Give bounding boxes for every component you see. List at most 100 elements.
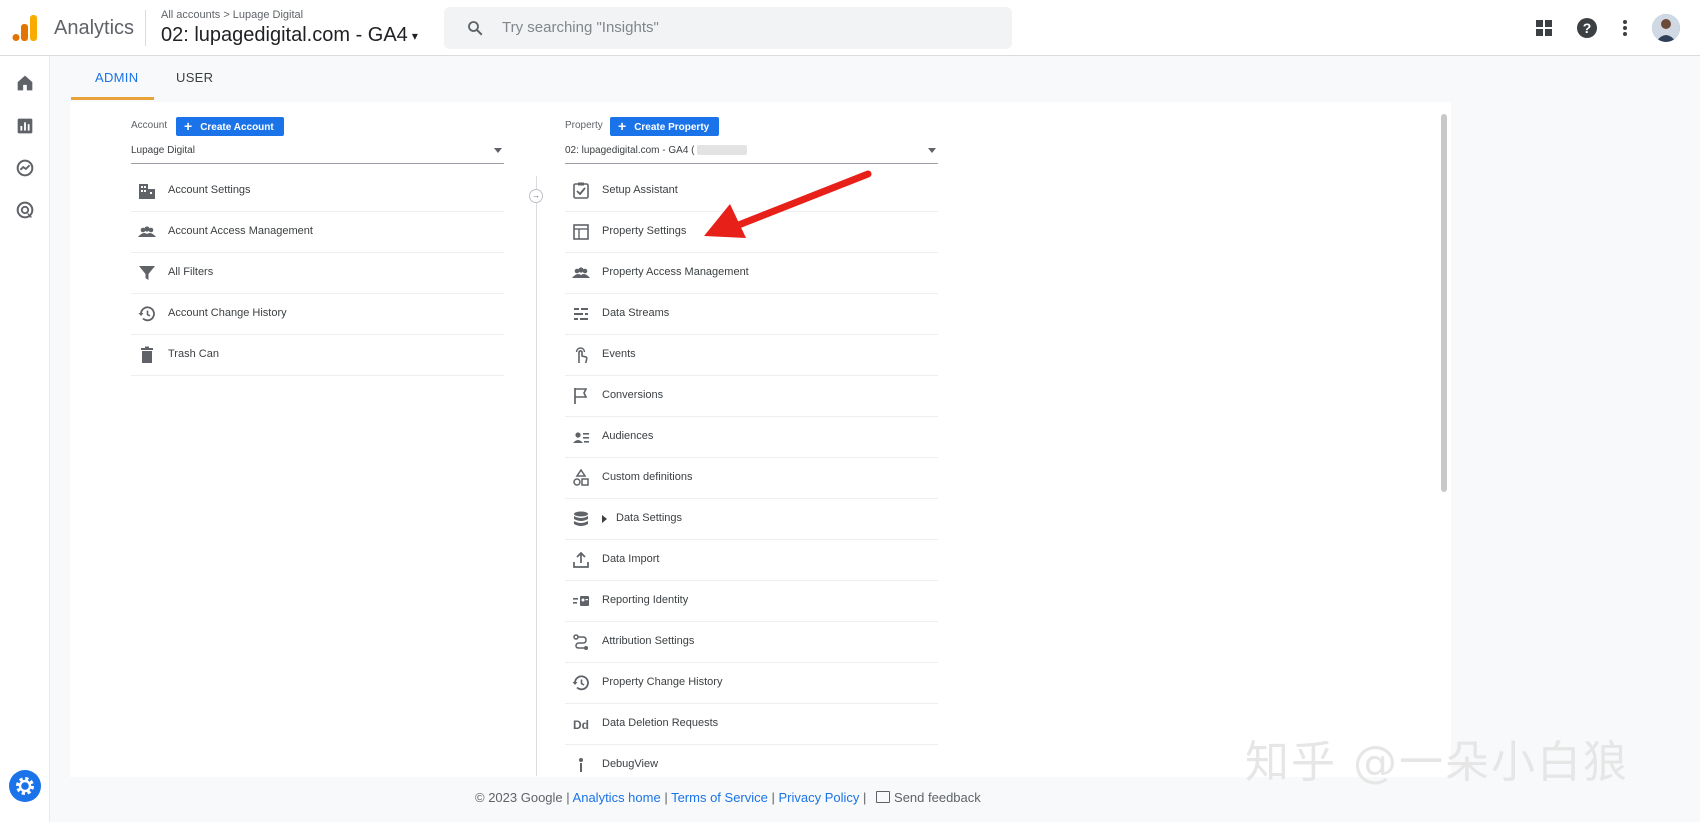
help-icon[interactable]: ? <box>1575 16 1599 40</box>
menu-audiences[interactable]: Audiences <box>565 417 938 458</box>
analytics-logo-icon[interactable] <box>12 14 38 42</box>
home-icon[interactable] <box>14 72 36 94</box>
menu-label: Property Access Management <box>602 266 749 278</box>
menu-label: Conversions <box>602 389 664 401</box>
plus-icon: + <box>184 118 193 134</box>
account-selector[interactable]: Lupage Digital <box>131 142 504 164</box>
create-account-button[interactable]: + Create Account <box>176 117 284 136</box>
breadcrumb-account[interactable]: Lupage Digital <box>233 9 303 21</box>
reports-icon[interactable] <box>14 115 36 137</box>
arrow-right-circle-icon: → <box>529 189 543 203</box>
tab-user[interactable]: USER <box>176 70 213 85</box>
menu-debugview[interactable]: DebugView <box>565 745 938 777</box>
menu-label: Account Change History <box>168 307 287 319</box>
menu-label: Property Change History <box>602 676 723 688</box>
user-avatar-icon <box>1652 14 1680 42</box>
dd-icon: Dd <box>573 718 589 732</box>
create-property-button[interactable]: + Create Property <box>610 117 720 136</box>
create-property-label: Create Property <box>634 122 710 133</box>
explore-icon[interactable] <box>14 157 36 179</box>
menu-label: Property Settings <box>602 225 687 237</box>
menu-events[interactable]: Events <box>565 335 938 376</box>
privacy-link[interactable]: Privacy Policy <box>779 790 860 805</box>
chevron-right-icon: > <box>223 9 230 21</box>
people-icon <box>572 267 590 278</box>
menu-label: Reporting Identity <box>602 594 689 606</box>
menu-custom-definitions[interactable]: Custom definitions <box>565 458 938 499</box>
admin-settings-button[interactable] <box>9 770 41 802</box>
debug-icon <box>579 758 583 772</box>
terms-link[interactable]: Terms of Service <box>671 790 768 805</box>
menu-data-import[interactable]: Data Import <box>565 540 938 581</box>
menu-label: Trash Can <box>168 348 219 360</box>
touch-icon <box>575 347 588 364</box>
menu-label: Data Streams <box>602 307 670 319</box>
plus-icon: + <box>618 118 627 134</box>
tab-admin[interactable]: ADMIN <box>95 70 138 85</box>
search-bar[interactable]: Try searching "Insights" <box>444 7 1012 49</box>
people-icon <box>138 226 156 237</box>
feedback-icon <box>876 791 891 803</box>
main-content: ADMIN USER Account + Create Account Lupag… <box>50 56 1700 822</box>
history-icon <box>572 675 589 691</box>
menu-account-change-history[interactable]: Account Change History <box>131 294 504 335</box>
menu-data-deletion-requests[interactable]: Dd Data Deletion Requests <box>565 704 938 745</box>
send-feedback-button[interactable]: Send feedback <box>870 790 981 805</box>
layout-icon <box>573 224 589 240</box>
menu-label: Account Access Management <box>168 225 313 237</box>
caret-down-icon: ▾ <box>411 28 418 43</box>
menu-label: Audiences <box>602 430 654 442</box>
menu-all-filters[interactable]: All Filters <box>131 253 504 294</box>
menu-data-streams[interactable]: Data Streams <box>565 294 938 335</box>
attribution-icon <box>573 634 588 650</box>
header-divider <box>145 10 146 46</box>
audience-icon <box>573 432 589 443</box>
search-icon <box>468 21 483 36</box>
breadcrumb-all-accounts[interactable]: All accounts <box>161 9 220 21</box>
advertising-icon[interactable] <box>14 199 36 221</box>
menu-conversions[interactable]: Conversions <box>565 376 938 417</box>
checkbox-icon <box>573 182 589 199</box>
expand-triangle-icon[interactable] <box>602 515 607 523</box>
redacted-id <box>696 145 747 156</box>
property-selector[interactable]: 02: lupagedigital.com - GA4 ▾ <box>161 24 418 47</box>
gear-icon <box>16 777 34 795</box>
footer-copyright: © 2023 Google | <box>475 790 570 805</box>
dropdown-caret-icon <box>494 148 502 153</box>
building-icon <box>139 184 155 199</box>
menu-data-settings[interactable]: Data Settings <box>565 499 938 540</box>
property-selector-dropdown[interactable]: 02: lupagedigital.com - GA4 ( <box>565 142 938 164</box>
dropdown-caret-icon <box>928 148 936 153</box>
menu-label: Events <box>602 348 636 360</box>
avatar[interactable] <box>1652 14 1680 42</box>
menu-label: Custom definitions <box>602 471 693 483</box>
breadcrumb[interactable]: All accounts > Lupage Digital <box>161 9 303 21</box>
filter-icon <box>139 266 155 280</box>
menu-label: Account Settings <box>168 184 251 196</box>
menu-property-change-history[interactable]: Property Change History <box>565 663 938 704</box>
menu-label: All Filters <box>168 266 214 278</box>
app-title: Analytics <box>54 17 135 39</box>
menu-account-settings[interactable]: Account Settings <box>131 171 504 212</box>
analytics-home-link[interactable]: Analytics home <box>573 790 661 805</box>
column-separator <box>536 176 537 776</box>
menu-attribution-settings[interactable]: Attribution Settings <box>565 622 938 663</box>
account-selected: Lupage Digital <box>131 145 195 156</box>
panel-scrollbar[interactable] <box>1441 114 1447 492</box>
property-selected: 02: lupagedigital.com - GA4 ( <box>565 145 695 156</box>
menu-reporting-identity[interactable]: Reporting Identity <box>565 581 938 622</box>
shapes-icon <box>573 468 589 486</box>
property-name: 02: lupagedigital.com - GA4 <box>161 24 408 46</box>
apps-grid-icon[interactable] <box>1532 16 1556 40</box>
svg-text:?: ? <box>1583 20 1592 36</box>
menu-account-access-management[interactable]: Account Access Management <box>131 212 504 253</box>
active-tab-indicator <box>71 97 154 100</box>
identity-icon <box>573 596 589 606</box>
menu-trash-can[interactable]: Trash Can <box>131 335 504 376</box>
menu-label: Data Settings <box>616 512 683 524</box>
more-vert-icon[interactable] <box>1613 16 1637 40</box>
menu-label: Attribution Settings <box>602 635 695 647</box>
menu-property-access-management[interactable]: Property Access Management <box>565 253 938 294</box>
streams-icon <box>574 308 588 320</box>
menu-label: Setup Assistant <box>602 184 678 196</box>
